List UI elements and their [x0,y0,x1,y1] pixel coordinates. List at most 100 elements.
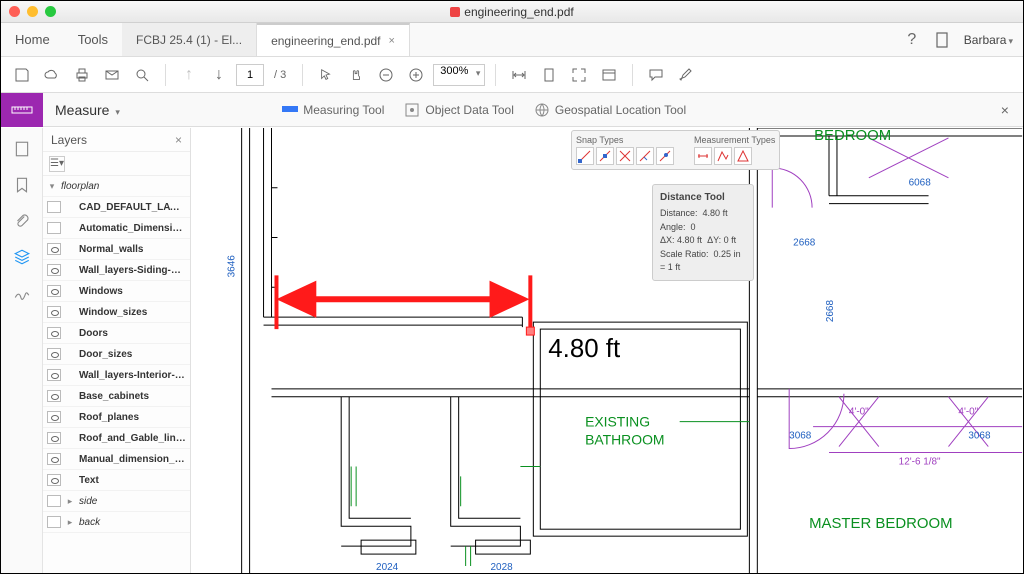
page-up-icon[interactable]: ↑ [176,62,202,88]
cloud-icon[interactable] [39,62,65,88]
snap-types-panel[interactable]: Snap Types Measurement Types [571,130,780,170]
measure-distance-icon[interactable] [694,147,712,165]
measure-area-icon[interactable] [734,147,752,165]
geospatial-tool-button[interactable]: Geospatial Location Tool [534,102,686,118]
layer-row[interactable]: CAD_DEFAULT_LAYER [43,197,190,218]
email-icon[interactable] [99,62,125,88]
layers-icon[interactable] [11,246,33,268]
measuring-tool-button[interactable]: Measuring Tool [282,102,384,118]
layer-name: Normal_walls [79,244,186,255]
close-measure-bar-icon[interactable]: × [987,102,1023,118]
zoom-out-icon[interactable] [373,62,399,88]
layer-visibility-icon[interactable] [47,285,61,297]
layer-row[interactable]: Doors [43,323,190,344]
page-number-input[interactable] [236,64,264,86]
close-window-button[interactable] [9,6,20,17]
layer-visibility-icon[interactable] [47,306,61,318]
maximize-window-button[interactable] [45,6,56,17]
measure-toolbar: Measure ▾ Measuring Tool Object Data Too… [1,93,1023,127]
fit-width-icon[interactable] [506,62,532,88]
tools-menu[interactable]: Tools [64,23,122,56]
layer-visibility-icon[interactable] [47,348,61,360]
measure-title[interactable]: Measure ▾ [43,102,132,118]
snap-types-label: Snap Types [576,135,674,145]
layer-name: back [79,517,186,528]
layer-row[interactable]: ▸side [43,491,190,512]
layer-visibility-icon[interactable] [47,327,61,339]
document-canvas[interactable]: 3646 2024 2028 2668 2668 6068 3068 3068 … [191,128,1023,573]
snap-perpendicular-icon[interactable] [636,147,654,165]
layer-group-row[interactable]: ▾ floorplan [43,176,190,197]
thumbnails-icon[interactable] [11,138,33,160]
layer-visibility-icon[interactable] [47,474,61,486]
zoom-in-icon[interactable] [403,62,429,88]
layer-row[interactable]: Normal_walls [43,239,190,260]
layer-row[interactable]: Wall_layers-Interior-6-L4 [43,365,190,386]
minimize-window-button[interactable] [27,6,38,17]
snap-endpoint-icon[interactable] [576,147,594,165]
user-menu[interactable]: Barbara▾ [964,33,1013,47]
snap-midpoint-icon[interactable] [596,147,614,165]
layer-visibility-checkbox[interactable] [47,495,61,507]
hand-icon[interactable] [343,62,369,88]
traffic-lights[interactable] [9,6,56,17]
layer-visibility-checkbox[interactable] [47,201,61,213]
read-mode-icon[interactable] [596,62,622,88]
layer-row[interactable]: Window_sizes [43,302,190,323]
comment-icon[interactable] [643,62,669,88]
highlight-icon[interactable] [673,62,699,88]
layer-row[interactable]: ▸back [43,512,190,533]
layer-row[interactable]: Wall_layers-Siding-6-L1 [43,260,190,281]
fit-page-icon[interactable] [536,62,562,88]
snap-intersection-icon[interactable] [616,147,634,165]
help-icon[interactable]: ? [904,32,920,48]
close-tab-icon[interactable]: × [389,35,395,47]
document-tab[interactable]: FCBJ 25.4 (1) - El... [122,23,257,56]
layer-visibility-icon[interactable] [47,453,61,465]
search-icon[interactable] [129,62,155,88]
object-data-tool-button[interactable]: Object Data Tool [404,102,514,118]
layer-visibility-icon[interactable] [47,411,61,423]
bookmarks-icon[interactable] [11,174,33,196]
floorplan-drawing: 3646 2024 2028 2668 2668 6068 3068 3068 … [191,128,1023,573]
save-icon[interactable] [9,62,35,88]
layer-name: Roof_planes [79,412,186,423]
layer-row[interactable]: Roof_planes [43,407,190,428]
svg-text:2668: 2668 [825,300,836,323]
layer-visibility-icon[interactable] [47,243,61,255]
layer-name: Automatic_Dimension_Lines [79,223,186,234]
svg-text:EXISTINGBATHROOM: EXISTINGBATHROOM [585,414,664,448]
close-layers-panel-icon[interactable]: × [175,133,182,147]
attachments-icon[interactable] [11,210,33,232]
snap-nearest-icon[interactable] [656,147,674,165]
home-menu[interactable]: Home [1,23,64,56]
layer-row[interactable]: Base_cabinets [43,386,190,407]
layer-name: Base_cabinets [79,391,186,402]
page-down-icon[interactable]: ↓ [206,62,232,88]
layer-visibility-icon[interactable] [47,369,61,381]
pointer-icon[interactable] [313,62,339,88]
layer-visibility-checkbox[interactable] [47,516,61,528]
layer-visibility-checkbox[interactable] [47,222,61,234]
layer-row[interactable]: Text [43,470,190,491]
layer-name: Door_sizes [79,349,186,360]
layer-visibility-icon[interactable] [47,264,61,276]
layer-row[interactable]: Door_sizes [43,344,190,365]
layer-visibility-icon[interactable] [47,390,61,402]
layer-name: Wall_layers-Siding-6-L1 [79,265,186,276]
measure-perimeter-icon[interactable] [714,147,732,165]
fullscreen-icon[interactable] [566,62,592,88]
notifications-icon[interactable] [934,32,950,48]
svg-text:6068: 6068 [909,178,932,189]
zoom-select[interactable]: 300% [433,64,485,86]
document-tab[interactable]: engineering_end.pdf× [257,23,410,56]
layer-row[interactable]: Automatic_Dimension_Lines [43,218,190,239]
layer-row[interactable]: Manual_dimension_lines [43,449,190,470]
layers-options-icon[interactable]: ☰▾ [49,156,65,172]
layer-row[interactable]: Roof_and_Gable_lines [43,428,190,449]
layer-visibility-icon[interactable] [47,432,61,444]
layer-name: floorplan [61,181,186,192]
layer-row[interactable]: Windows [43,281,190,302]
signatures-icon[interactable] [11,282,33,304]
print-icon[interactable] [69,62,95,88]
